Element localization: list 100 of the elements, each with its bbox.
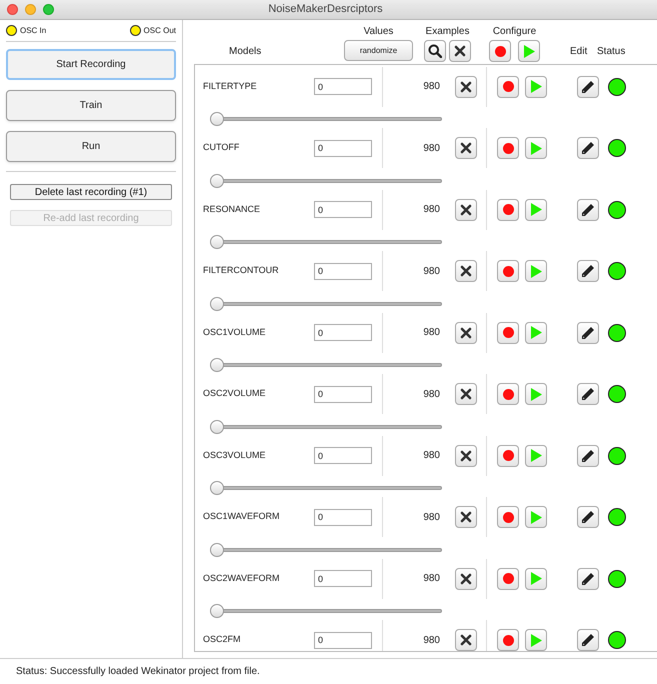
edit-button[interactable] xyxy=(577,322,599,344)
slider-thumb[interactable] xyxy=(210,481,224,495)
edit-button[interactable] xyxy=(577,383,599,405)
delete-examples-button[interactable] xyxy=(455,568,477,590)
edit-button[interactable] xyxy=(577,506,599,528)
play-button[interactable] xyxy=(525,506,547,528)
example-count: 980 xyxy=(422,388,440,402)
slider-thumb[interactable] xyxy=(210,542,224,556)
record-icon xyxy=(502,512,514,522)
record-icon xyxy=(502,327,514,338)
value-field[interactable]: 0 xyxy=(314,508,372,526)
edit-button[interactable] xyxy=(577,568,599,590)
value-field[interactable]: 0 xyxy=(314,262,372,280)
search-button[interactable] xyxy=(424,40,446,62)
delete-examples-button[interactable] xyxy=(455,198,477,220)
model-name: RESONANCE xyxy=(202,202,262,216)
slider[interactable] xyxy=(210,604,442,618)
example-count: 980 xyxy=(422,510,440,524)
edit-button[interactable] xyxy=(577,260,599,282)
delete-examples-button[interactable] xyxy=(455,260,477,282)
delete-examples-button[interactable] xyxy=(455,137,477,159)
delete-examples-button[interactable] xyxy=(455,444,477,466)
slider-thumb[interactable] xyxy=(210,235,224,249)
edit-button[interactable] xyxy=(577,76,599,98)
zoom-button[interactable] xyxy=(43,4,54,15)
edit-button[interactable] xyxy=(577,137,599,159)
play-button[interactable] xyxy=(525,383,547,405)
slider-thumb[interactable] xyxy=(210,296,224,310)
record-all-button[interactable] xyxy=(489,40,511,62)
run-all-button[interactable] xyxy=(518,40,540,62)
delete-examples-button[interactable] xyxy=(455,322,477,344)
example-count: 980 xyxy=(422,634,440,648)
delete-examples-button[interactable] xyxy=(455,383,477,405)
example-count: 980 xyxy=(422,572,440,586)
action-button[interactable]: Run xyxy=(6,131,176,162)
randomize-button[interactable]: randomize xyxy=(344,40,413,61)
slider[interactable] xyxy=(210,296,442,310)
model-name: OSC3VOLUME xyxy=(202,448,267,462)
column-header: Models xyxy=(229,45,262,59)
slider-thumb[interactable] xyxy=(210,358,224,372)
edit-button[interactable] xyxy=(577,444,599,466)
record-button[interactable] xyxy=(497,137,519,159)
value-field[interactable]: 0 xyxy=(314,632,372,648)
column-header: Edit xyxy=(570,45,588,59)
play-button[interactable] xyxy=(525,76,547,98)
record-button[interactable] xyxy=(497,506,519,528)
record-button[interactable] xyxy=(497,198,519,220)
slider[interactable] xyxy=(210,235,442,249)
play-button[interactable] xyxy=(525,322,547,344)
record-button[interactable] xyxy=(497,322,519,344)
play-button[interactable] xyxy=(525,260,547,282)
slider-thumb[interactable] xyxy=(210,174,224,188)
record-button[interactable] xyxy=(497,629,519,651)
column-header: Examples xyxy=(426,26,470,38)
recording-button[interactable]: Delete last recording (#1) xyxy=(10,184,172,200)
record-button[interactable] xyxy=(497,76,519,98)
window-title: NoiseMakerDesrciptors xyxy=(268,2,383,18)
close-window-button[interactable] xyxy=(7,4,18,15)
pencil-icon xyxy=(581,572,595,586)
edit-button[interactable] xyxy=(577,629,599,651)
play-button[interactable] xyxy=(525,137,547,159)
example-count: 980 xyxy=(422,203,440,217)
slider-thumb[interactable] xyxy=(210,604,224,618)
slider[interactable] xyxy=(210,542,442,556)
slider[interactable] xyxy=(210,481,442,495)
action-button[interactable]: Start Recording xyxy=(6,49,176,80)
value-field[interactable]: 0 xyxy=(314,386,372,402)
status-message: Status: Successfully loaded Wekinator project from file. xyxy=(16,665,260,679)
value-field[interactable]: 0 xyxy=(314,201,372,218)
close-icon xyxy=(454,45,466,57)
play-button[interactable] xyxy=(525,198,547,220)
value-field[interactable]: 0 xyxy=(314,570,372,587)
delete-all-button[interactable] xyxy=(449,40,471,62)
delete-examples-button[interactable] xyxy=(455,76,477,98)
slider[interactable] xyxy=(210,420,442,434)
edit-button[interactable] xyxy=(577,198,599,220)
value-field[interactable]: 0 xyxy=(314,324,372,341)
value-field[interactable]: 0 xyxy=(314,140,372,156)
pencil-icon xyxy=(581,80,595,94)
record-button[interactable] xyxy=(497,383,519,405)
play-button[interactable] xyxy=(525,629,547,651)
slider-thumb[interactable] xyxy=(210,112,224,126)
slider[interactable] xyxy=(210,112,442,126)
slider[interactable] xyxy=(210,358,442,372)
record-button[interactable] xyxy=(497,260,519,282)
example-count: 980 xyxy=(422,142,440,156)
action-button[interactable]: Train xyxy=(6,90,176,121)
play-button[interactable] xyxy=(525,568,547,590)
record-button[interactable] xyxy=(497,444,519,466)
delete-examples-button[interactable] xyxy=(455,629,477,651)
pencil-icon xyxy=(581,448,595,462)
play-icon xyxy=(530,388,542,400)
play-button[interactable] xyxy=(525,444,547,466)
value-field[interactable]: 0 xyxy=(314,447,372,464)
value-field[interactable]: 0 xyxy=(314,78,372,95)
slider-thumb[interactable] xyxy=(210,420,224,434)
record-button[interactable] xyxy=(497,568,519,590)
play-icon xyxy=(530,510,542,524)
slider[interactable] xyxy=(210,174,442,188)
delete-examples-button[interactable] xyxy=(455,506,477,528)
